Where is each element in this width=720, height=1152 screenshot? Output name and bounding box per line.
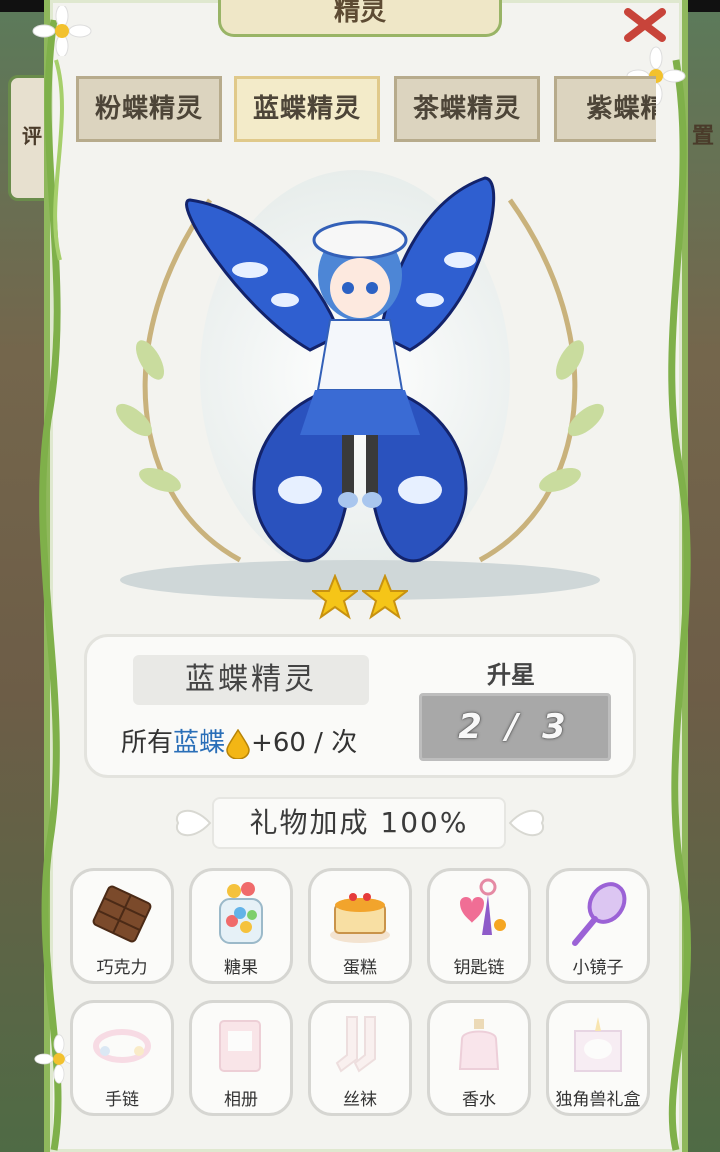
wing-right-icon <box>508 810 545 836</box>
photo-album-icon <box>219 1020 261 1072</box>
gift-stockings[interactable]: 丝袜 <box>308 1000 412 1116</box>
tab-blue-butterfly-fairy[interactable]: 蓝蝶精灵 <box>234 76 380 142</box>
bonus-description: 所有蓝蝶 +60 / 次 <box>121 721 357 765</box>
water-drop-icon <box>226 729 250 759</box>
gift-chocolate[interactable]: 巧克力 <box>70 868 174 984</box>
stockings-icon <box>335 1016 376 1073</box>
tab-purple-butterfly-fairy[interactable]: 紫蝶精 <box>554 76 656 142</box>
panel-title: 精灵 <box>218 0 502 37</box>
gift-label: 相册 <box>224 1090 258 1110</box>
tab-brown-butterfly-fairy[interactable]: 茶蝶精灵 <box>394 76 540 142</box>
gift-label: 丝袜 <box>343 1090 377 1110</box>
gift-photo-album[interactable]: 相册 <box>189 1000 293 1116</box>
gift-label: 巧克力 <box>96 958 148 978</box>
cake-icon <box>330 893 390 943</box>
hand-mirror-icon <box>572 882 627 946</box>
upgrade-star-button[interactable]: 2 / 3 <box>419 693 611 761</box>
keychain-icon <box>460 878 506 935</box>
bonus-target: 蓝蝶 <box>173 728 226 758</box>
gift-cake[interactable]: 蛋糕 <box>308 868 412 984</box>
vine-decoration-right <box>668 59 691 1151</box>
bonus-value: +60 / 次 <box>251 728 358 758</box>
bonus-prefix: 所有 <box>121 728 174 758</box>
gift-keychain[interactable]: 钥匙链 <box>427 868 531 984</box>
wing-left-icon <box>175 810 212 836</box>
blue-butterfly-fairy-illustration[interactable] <box>90 160 630 620</box>
fairy-tabs: 粉蝶精灵 蓝蝶精灵 茶蝶精灵 紫蝶精 <box>76 76 656 144</box>
gift-perfume[interactable]: 香水 <box>427 1000 531 1116</box>
upgrade-star-label: 升星 <box>487 661 535 689</box>
gift-label: 蛋糕 <box>343 958 377 978</box>
gift-label: 香水 <box>462 1090 496 1110</box>
fairy-name: 蓝蝶精灵 <box>133 655 369 705</box>
gift-bracelet[interactable]: 手链 <box>70 1000 174 1116</box>
candy-jar-icon <box>219 882 263 944</box>
gift-label: 手链 <box>105 1090 139 1110</box>
gift-bonus-label: 礼物加成 100% <box>212 797 506 849</box>
chocolate-icon <box>92 885 152 943</box>
gift-label: 小镜子 <box>572 958 624 978</box>
star-icon <box>312 574 358 620</box>
star-icon <box>362 574 408 620</box>
gift-hand-mirror[interactable]: 小镜子 <box>546 868 650 984</box>
unicorn-gift-box-icon <box>574 1017 622 1072</box>
gift-label: 独角兽礼盒 <box>555 1090 641 1110</box>
daisy-icon <box>32 6 92 56</box>
fairy-info-card: 蓝蝶精灵 所有蓝蝶 +60 / 次 升星 2 / 3 <box>84 634 636 778</box>
gift-grid: 巧克力 糖果 蛋糕 钥匙链 小镜子 手链 相册 丝袜 香水 独角兽礼盒 <box>70 868 650 1118</box>
star-rating <box>310 574 410 624</box>
bracelet-icon <box>93 1029 151 1063</box>
gift-unicorn-box[interactable]: 独角兽礼盒 <box>546 1000 650 1116</box>
tab-pink-butterfly-fairy[interactable]: 粉蝶精灵 <box>76 76 222 142</box>
gift-label: 钥匙链 <box>453 958 505 978</box>
gift-label: 糖果 <box>224 958 258 978</box>
gift-candy[interactable]: 糖果 <box>189 868 293 984</box>
perfume-icon <box>458 1019 500 1070</box>
